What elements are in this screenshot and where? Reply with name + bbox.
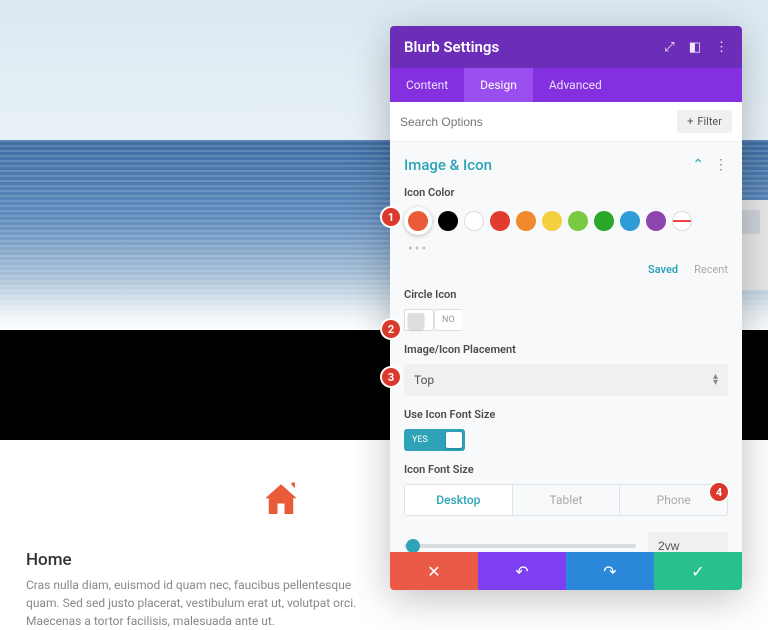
swatch-saved-link[interactable]: Saved xyxy=(648,263,678,276)
chevron-up-icon[interactable]: ⌃ xyxy=(692,157,704,173)
swatch-lime[interactable] xyxy=(568,211,588,231)
swatch-none[interactable] xyxy=(672,211,692,231)
icon-font-size-label: Icon Font Size xyxy=(404,463,728,476)
swatch-purple[interactable] xyxy=(646,211,666,231)
filter-label: Filter xyxy=(697,115,722,128)
swatch-selected-wrap[interactable] xyxy=(404,207,432,235)
toggle-label-yes: YES xyxy=(404,429,435,451)
home-icon xyxy=(196,479,366,532)
slider-thumb[interactable] xyxy=(406,539,420,552)
toggle-track[interactable] xyxy=(435,429,465,451)
panel-header[interactable]: Blurb Settings ⤢ ◧ ⋮ xyxy=(390,26,742,68)
swatch-black[interactable] xyxy=(438,211,458,231)
swatch-red[interactable] xyxy=(490,211,510,231)
blurb-title: Home xyxy=(26,550,366,570)
circle-icon-toggle[interactable]: NO xyxy=(404,309,728,331)
menu-icon[interactable]: ⋮ xyxy=(715,40,728,55)
cancel-button[interactable]: ✕ xyxy=(390,552,478,590)
color-swatches xyxy=(404,207,728,235)
swatch-recent-link[interactable]: Recent xyxy=(694,263,728,276)
device-tab-desktop[interactable]: Desktop xyxy=(405,485,513,515)
undo-button[interactable]: ↶ xyxy=(478,552,566,590)
snap-icon[interactable]: ◧ xyxy=(689,40,701,55)
callout-badge-1: 1 xyxy=(382,208,400,226)
expand-icon[interactable]: ⤢ xyxy=(664,40,674,55)
save-button[interactable]: ✓ xyxy=(654,552,742,590)
icon-color-label: Icon Color xyxy=(404,186,728,199)
tab-content[interactable]: Content xyxy=(390,68,464,102)
tab-design[interactable]: Design xyxy=(464,68,533,102)
filter-button[interactable]: + Filter xyxy=(677,110,732,133)
toggle-track[interactable] xyxy=(404,309,434,331)
device-tabs: Desktop Tablet Phone xyxy=(404,484,728,516)
bottom-actions: ✕ ↶ ↷ ✓ xyxy=(390,552,742,590)
swatch-blue[interactable] xyxy=(620,211,640,231)
search-input[interactable] xyxy=(400,115,677,129)
select-caret-icon: ▴▾ xyxy=(713,374,718,386)
more-swatches-icon[interactable]: ••• xyxy=(408,241,428,257)
panel-title: Blurb Settings xyxy=(404,38,499,56)
swatch-yellow[interactable] xyxy=(542,211,562,231)
blurb-body: Cras nulla diam, euismod id quam nec, fa… xyxy=(26,576,366,630)
settings-panel: Blurb Settings ⤢ ◧ ⋮ Content Design Adva… xyxy=(390,26,742,590)
search-row: + Filter xyxy=(390,102,742,142)
plus-icon: + xyxy=(687,115,693,128)
placement-label: Image/Icon Placement xyxy=(404,343,728,356)
font-size-input[interactable] xyxy=(648,532,728,552)
swatch-white[interactable] xyxy=(464,211,484,231)
swatch-orange[interactable] xyxy=(516,211,536,231)
callout-badge-3: 3 xyxy=(382,368,400,386)
swatch-green[interactable] xyxy=(594,211,614,231)
placement-select[interactable]: Top ▴▾ xyxy=(404,364,728,396)
tab-bar: Content Design Advanced xyxy=(390,68,742,102)
section-menu-icon[interactable]: ⋮ xyxy=(714,157,728,173)
font-size-slider[interactable] xyxy=(404,544,636,548)
device-tab-tablet[interactable]: Tablet xyxy=(513,485,621,515)
callout-badge-4: 4 xyxy=(710,483,728,501)
redo-button[interactable]: ↷ xyxy=(566,552,654,590)
section-image-icon[interactable]: Image & Icon xyxy=(404,156,492,174)
tab-advanced[interactable]: Advanced xyxy=(533,68,618,102)
swatch-selected[interactable] xyxy=(408,211,428,231)
callout-badge-2: 2 xyxy=(382,320,400,338)
placement-value: Top xyxy=(414,373,434,387)
panel-body: Image & Icon ⌃ ⋮ Icon Color ••• xyxy=(390,142,742,552)
toggle-label-no: NO xyxy=(434,309,462,331)
use-icon-font-size-label: Use Icon Font Size xyxy=(404,408,728,421)
use-icon-font-size-toggle[interactable]: YES xyxy=(404,429,728,451)
circle-icon-label: Circle Icon xyxy=(404,288,728,301)
blurb-preview: Home Cras nulla diam, euismod id quam ne… xyxy=(26,495,366,630)
